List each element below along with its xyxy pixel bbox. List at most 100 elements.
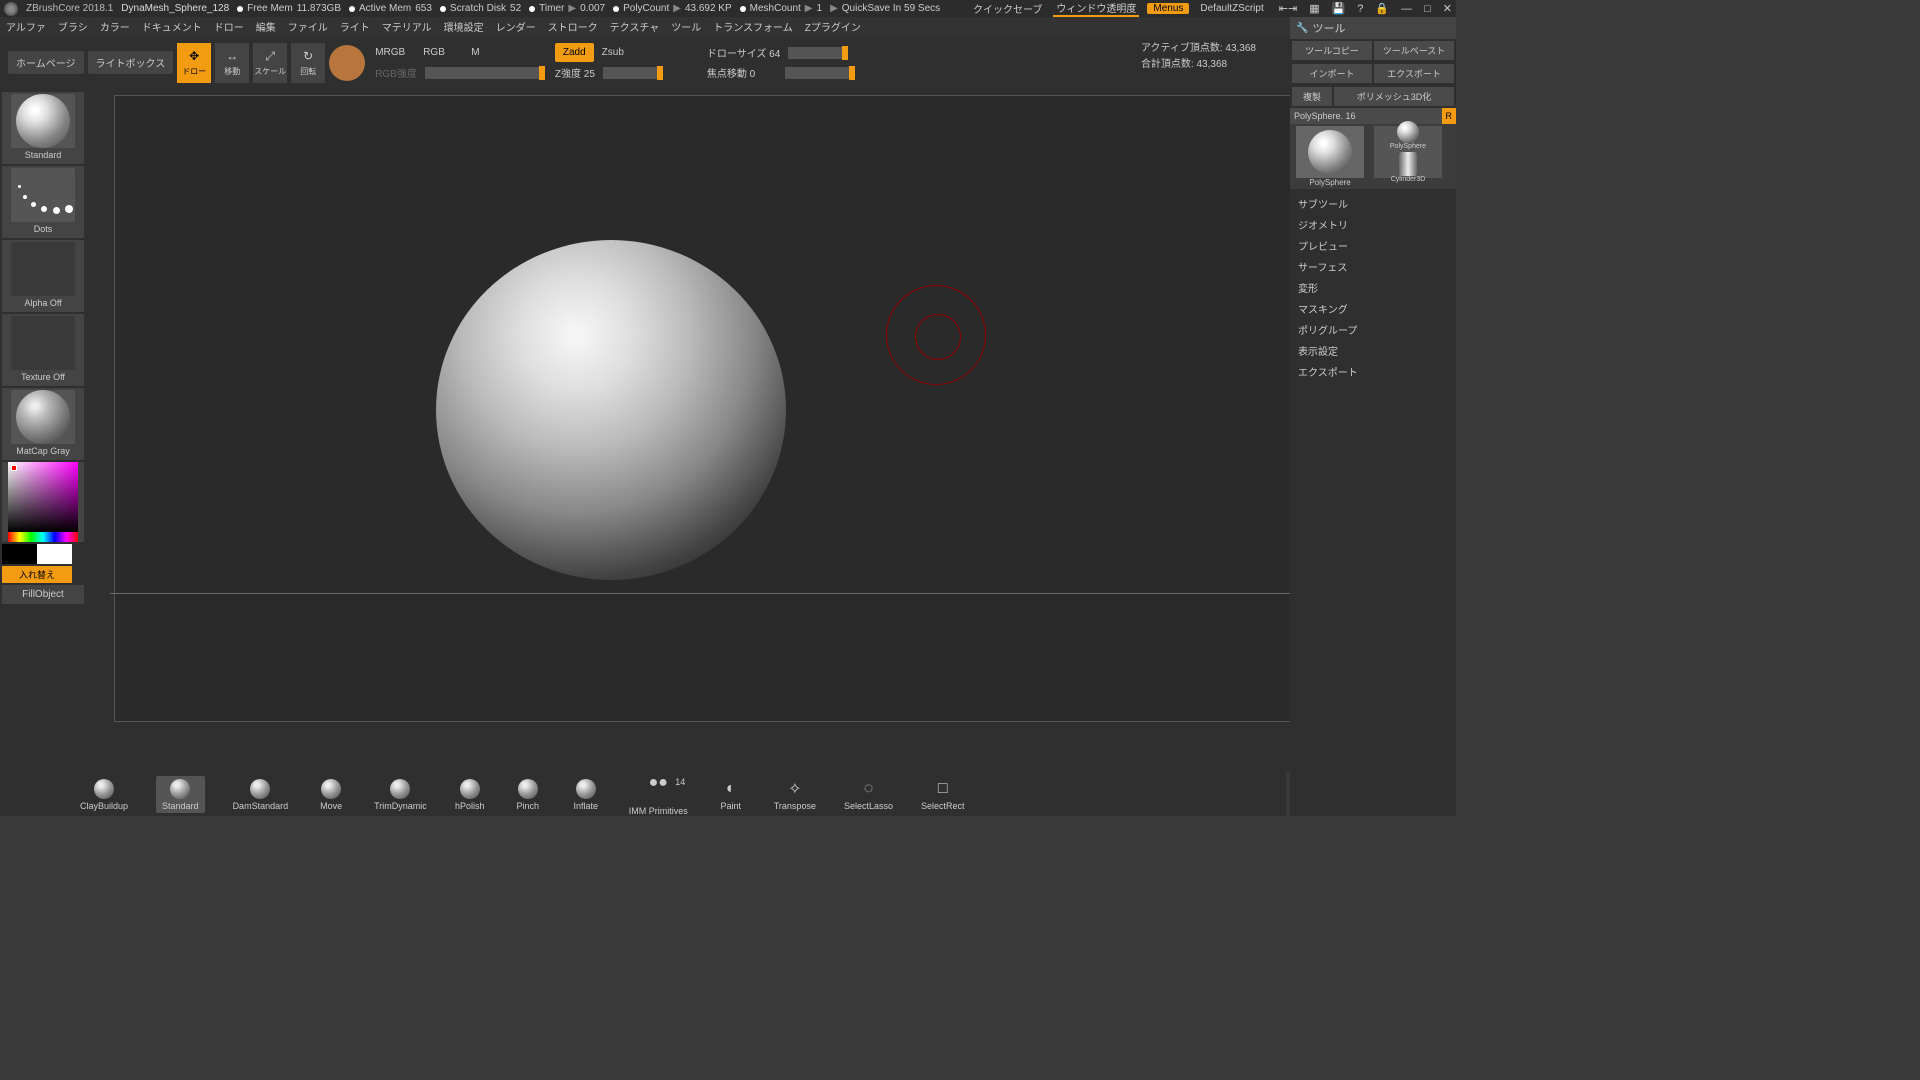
brush-claybuildup[interactable]: ClayBuildup [80, 778, 128, 811]
app-logo [4, 2, 18, 16]
section-header[interactable]: プレビュー [1294, 235, 1452, 256]
brush-transpose[interactable]: ✧Transpose [774, 778, 816, 811]
menu-item[interactable]: レンダー [496, 19, 536, 34]
wrench-icon: 🔧 [1296, 23, 1308, 34]
brush-picker[interactable]: Standard [2, 92, 84, 164]
menu-item[interactable]: Zプラグイン [805, 19, 861, 34]
section-header[interactable]: サブツール [1294, 193, 1452, 214]
brush-paint[interactable]: ◐Paint [716, 778, 746, 811]
menu-item[interactable]: ブラシ [58, 19, 88, 34]
tool-paste-button[interactable]: ツールペースト [1374, 41, 1454, 60]
tool-quickpick[interactable]: PolySphere Cylinder3D [1370, 126, 1446, 187]
tool-slider[interactable]: PolySphere. 16R [1290, 108, 1456, 124]
rgb-intensity-label: RGB強度 [375, 65, 417, 80]
quicksave-button[interactable]: クイックセーブ [970, 1, 1045, 16]
floor-grid-line [110, 593, 1322, 594]
scale-mode[interactable]: ⤢スケール [253, 43, 287, 83]
m-button[interactable]: M [471, 47, 511, 58]
draw-size-label: ドローサイズ 64 [707, 45, 780, 60]
rgb-intensity-slider[interactable] [425, 67, 545, 79]
move-mode[interactable]: ↔移動 [215, 43, 249, 83]
color-picker[interactable] [2, 462, 84, 542]
draw-mode[interactable]: ✥ドロー [177, 43, 211, 83]
point-counts: アクティブ頂点数: 43,368 合計頂点数: 43,368 [1141, 41, 1256, 73]
menu-item[interactable]: ライト [340, 19, 370, 34]
color-swatches[interactable] [2, 544, 72, 564]
stroke-picker[interactable]: Dots [2, 166, 84, 238]
rotate-mode[interactable]: ↻回転 [291, 43, 325, 83]
swap-button[interactable]: 入れ替え [2, 566, 72, 583]
home-button[interactable]: ホームページ [8, 51, 84, 74]
menu-item[interactable]: テクスチャ [610, 19, 660, 34]
arrows-icon[interactable]: ⇤⇥ [1279, 2, 1297, 15]
draw-size-slider[interactable] [788, 47, 848, 59]
fill-object-button[interactable]: FillObject [2, 585, 84, 604]
export-button[interactable]: エクスポート [1374, 64, 1454, 83]
rgb-button[interactable]: RGB [423, 47, 463, 58]
scale-icon: ⤢ [262, 48, 278, 64]
section-header[interactable]: サーフェス [1294, 256, 1452, 277]
minimize-icon[interactable]: — [1401, 3, 1412, 15]
save-icon[interactable]: 💾 [1332, 2, 1346, 15]
mesh-sphere[interactable] [436, 240, 786, 580]
tool-polysphere[interactable]: PolySphere [1292, 126, 1368, 187]
brush-hpolish[interactable]: hPolish [455, 778, 485, 811]
lightbox-button[interactable]: ライトボックス [88, 51, 174, 74]
material-picker[interactable]: MatCap Gray [2, 388, 84, 460]
layout-icon[interactable]: ▦ [1309, 2, 1319, 15]
menus-button[interactable]: Menus [1147, 3, 1189, 14]
menu-item[interactable]: ドキュメント [142, 19, 202, 34]
tool-panel-header[interactable]: 🔧ツール [1290, 17, 1456, 39]
section-header[interactable]: エクスポート [1294, 361, 1452, 382]
z-intensity-slider[interactable] [603, 67, 663, 79]
toolbar: ホームページ ライトボックス ✥ドロー ↔移動 ⤢スケール ↻回転 MRGB R… [0, 35, 1456, 90]
duplicate-button[interactable]: 複製 [1292, 87, 1332, 106]
menu-item[interactable]: アルファ [6, 19, 46, 34]
zsub-button[interactable]: Zsub [602, 47, 642, 58]
import-button[interactable]: インポート [1292, 64, 1372, 83]
canvas-area[interactable] [86, 90, 1420, 772]
close-icon[interactable]: ✕ [1443, 2, 1452, 15]
menu-item[interactable]: 編集 [256, 19, 276, 34]
brush-trimdynamic[interactable]: TrimDynamic [374, 778, 427, 811]
menu-item[interactable]: ストローク [548, 19, 598, 34]
brush-inflate[interactable]: Inflate [571, 778, 601, 811]
maximize-icon[interactable]: □ [1424, 3, 1431, 15]
z-intensity-label: Z強度 25 [555, 65, 595, 80]
alpha-picker[interactable]: Alpha Off [2, 240, 84, 312]
section-header[interactable]: 変形 [1294, 277, 1452, 298]
focal-shift-slider[interactable] [785, 67, 855, 79]
tool-copy-button[interactable]: ツールコピー [1292, 41, 1372, 60]
menu-bar: アルファブラシカラードキュメントドロー編集ファイルライトマテリアル環境設定レンダ… [0, 17, 1456, 35]
window-opacity[interactable]: ウィンドウ透明度 [1053, 0, 1139, 17]
menu-item[interactable]: カラー [100, 19, 130, 34]
brush-pinch[interactable]: Pinch [513, 778, 543, 811]
draw-icon: ✥ [186, 48, 202, 64]
material-swatch[interactable] [329, 45, 365, 81]
section-header[interactable]: 表示設定 [1294, 340, 1452, 361]
brush-damstandard[interactable]: DamStandard [233, 778, 289, 811]
help-icon[interactable]: ? [1357, 3, 1363, 15]
brush-selectlasso[interactable]: ◌SelectLasso [844, 778, 893, 811]
section-header[interactable]: ポリグループ [1294, 319, 1452, 340]
texture-picker[interactable]: Texture Off [2, 314, 84, 386]
menu-item[interactable]: ファイル [288, 19, 328, 34]
menu-item[interactable]: トランスフォーム [713, 19, 793, 34]
brush-standard[interactable]: Standard [156, 776, 205, 813]
brush-imm primitives[interactable]: ●●14IMM Primitives [629, 772, 688, 816]
zadd-button[interactable]: Zadd [555, 43, 594, 62]
menu-item[interactable]: 環境設定 [444, 19, 484, 34]
menu-item[interactable]: マテリアル [382, 19, 432, 34]
tool-panel: 🔧ツール ツールコピーツールペースト インポートエクスポート 複製ポリメッシュ3… [1290, 17, 1456, 816]
brush-selectrect[interactable]: □SelectRect [921, 778, 965, 811]
section-header[interactable]: マスキング [1294, 298, 1452, 319]
make-polymesh-button[interactable]: ポリメッシュ3D化 [1334, 87, 1454, 106]
lock-icon[interactable]: 🔒 [1375, 2, 1389, 15]
brush-move[interactable]: Move [316, 778, 346, 811]
move-icon: ↔ [224, 48, 240, 64]
section-header[interactable]: ジオメトリ [1294, 214, 1452, 235]
menu-item[interactable]: ツール [671, 19, 701, 34]
zscript-label[interactable]: DefaultZScript [1197, 3, 1266, 14]
menu-item[interactable]: ドロー [214, 19, 244, 34]
mrgb-button[interactable]: MRGB [375, 47, 415, 58]
